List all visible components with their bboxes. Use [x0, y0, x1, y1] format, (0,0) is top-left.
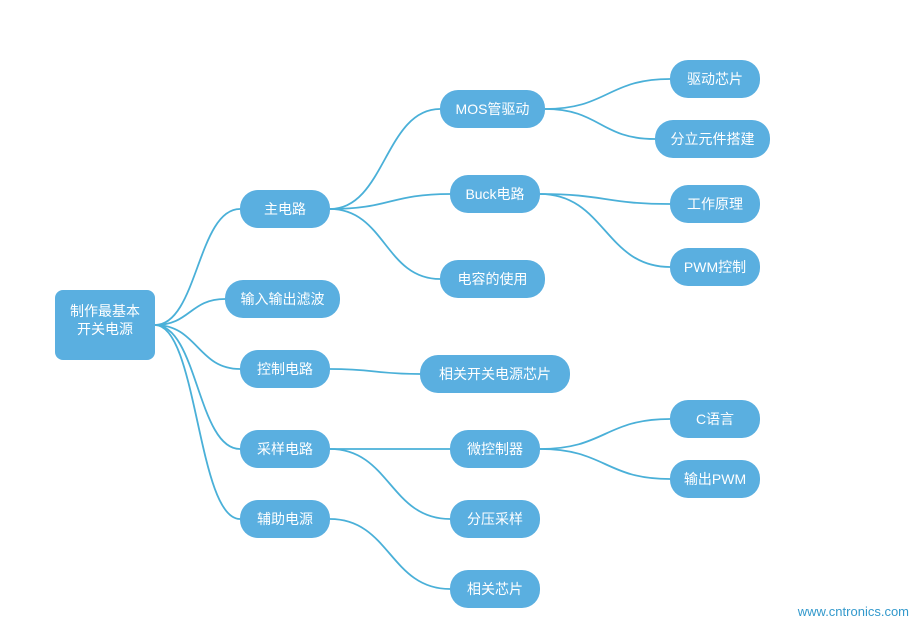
svg-text:分立元件搭建: 分立元件搭建 [671, 131, 755, 147]
svg-text:制作最基本: 制作最基本 [70, 303, 140, 319]
svg-text:电容的使用: 电容的使用 [458, 271, 528, 287]
svg-text:Buck电路: Buck电路 [465, 186, 524, 202]
svg-text:辅助电源: 辅助电源 [257, 511, 313, 527]
svg-text:输出PWM: 输出PWM [684, 471, 746, 487]
svg-text:C语言: C语言 [696, 411, 734, 427]
svg-text:工作原理: 工作原理 [687, 196, 743, 212]
svg-text:控制电路: 控制电路 [257, 361, 313, 377]
svg-text:MOS管驱动: MOS管驱动 [456, 101, 530, 117]
mindmap-svg: 制作最基本开关电源 主电路输入输出滤波控制电路采样电路辅助电源 MOS管驱动 Buck… [0, 0, 923, 629]
watermark: www.cntronics.com [798, 604, 909, 619]
svg-text:驱动芯片: 驱动芯片 [687, 71, 743, 87]
svg-text:主电路: 主电路 [264, 201, 306, 217]
svg-text:开关电源: 开关电源 [77, 321, 133, 337]
svg-text:输入输出滤波: 输入输出滤波 [241, 291, 325, 307]
svg-text:PWM控制: PWM控制 [684, 259, 746, 275]
svg-text:相关芯片: 相关芯片 [467, 581, 523, 597]
svg-text:微控制器: 微控制器 [467, 441, 523, 457]
svg-text:采样电路: 采样电路 [257, 441, 313, 457]
svg-text:分压采样: 分压采样 [467, 511, 523, 527]
mindmap-container: 制作最基本开关电源 主电路输入输出滤波控制电路采样电路辅助电源 MOS管驱动 Buck… [0, 0, 923, 629]
svg-text:相关开关电源芯片: 相关开关电源芯片 [439, 366, 551, 382]
